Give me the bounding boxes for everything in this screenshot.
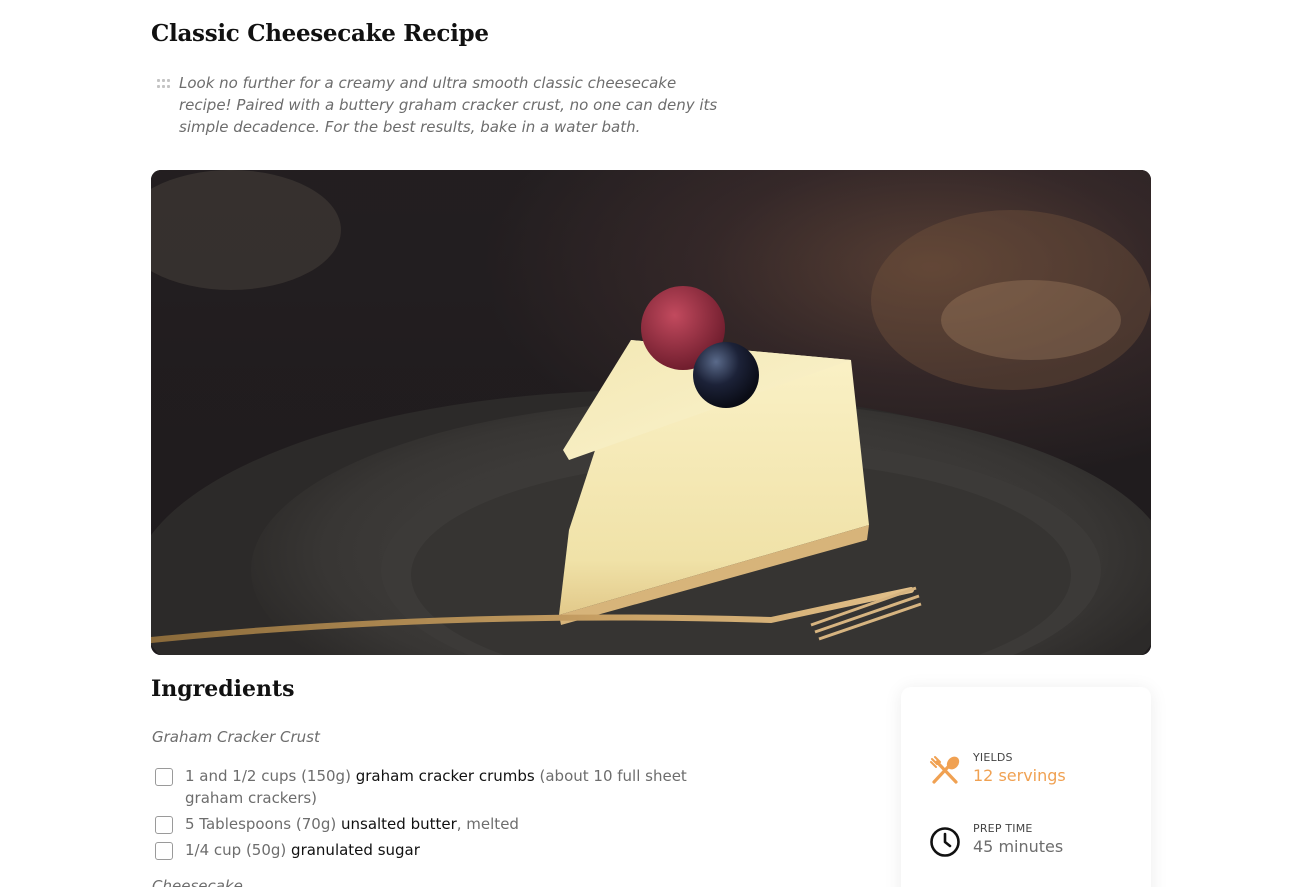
page-title: Classic Cheesecake Recipe: [151, 20, 489, 47]
ingredient-checkbox[interactable]: [155, 842, 173, 860]
recipe-info-card: YIELDS 12 servings PREP TIME 45 minutes: [901, 687, 1151, 887]
ingredient-amount: 1/4 cup (50g): [185, 841, 287, 859]
ingredient-list: 1 and 1/2 cups (150g) graham cracker cru…: [155, 765, 745, 865]
ingredient-name: granulated sugar: [291, 841, 420, 859]
ingredient-name: unsalted butter: [340, 815, 457, 833]
ingredient-name: graham cracker crumbs: [355, 767, 535, 785]
yields-label: YIELDS: [973, 751, 1013, 764]
ingredient-item: 1 and 1/2 cups (150g) graham cracker cru…: [155, 765, 745, 809]
clock-icon: [930, 827, 960, 857]
ingredient-amount: 1 and 1/2 cups (150g): [185, 767, 351, 785]
prep-time-row: PREP TIME 45 minutes: [928, 822, 1063, 859]
hero-image: [151, 170, 1151, 655]
ingredient-item: 5 Tablespoons (70g) unsalted butter, mel…: [155, 813, 745, 835]
ingredient-checkbox[interactable]: [155, 816, 173, 834]
yields-row: YIELDS 12 servings: [928, 751, 1066, 788]
ingredient-item: 1/4 cup (50g) granulated sugar: [155, 839, 745, 861]
prep-time-label: PREP TIME: [973, 822, 1033, 835]
recipe-page: Classic Cheesecake Recipe Look no furthe…: [0, 0, 1302, 887]
section-label-crust: Graham Cracker Crust: [152, 728, 320, 746]
ingredients-heading: Ingredients: [151, 676, 295, 702]
ingredient-note: , melted: [456, 815, 519, 833]
ingredient-amount: 5 Tablespoons (70g): [185, 815, 337, 833]
utensils-icon: [930, 756, 960, 784]
ingredient-checkbox[interactable]: [155, 768, 173, 786]
prep-time-value: 45 minutes: [973, 837, 1064, 856]
recipe-description: Look no further for a creamy and ultra s…: [179, 74, 718, 136]
yields-value: 12 servings: [973, 766, 1066, 785]
drag-handle-icon[interactable]: [157, 79, 171, 89]
section-label-cheesecake: Cheesecake: [152, 877, 243, 887]
